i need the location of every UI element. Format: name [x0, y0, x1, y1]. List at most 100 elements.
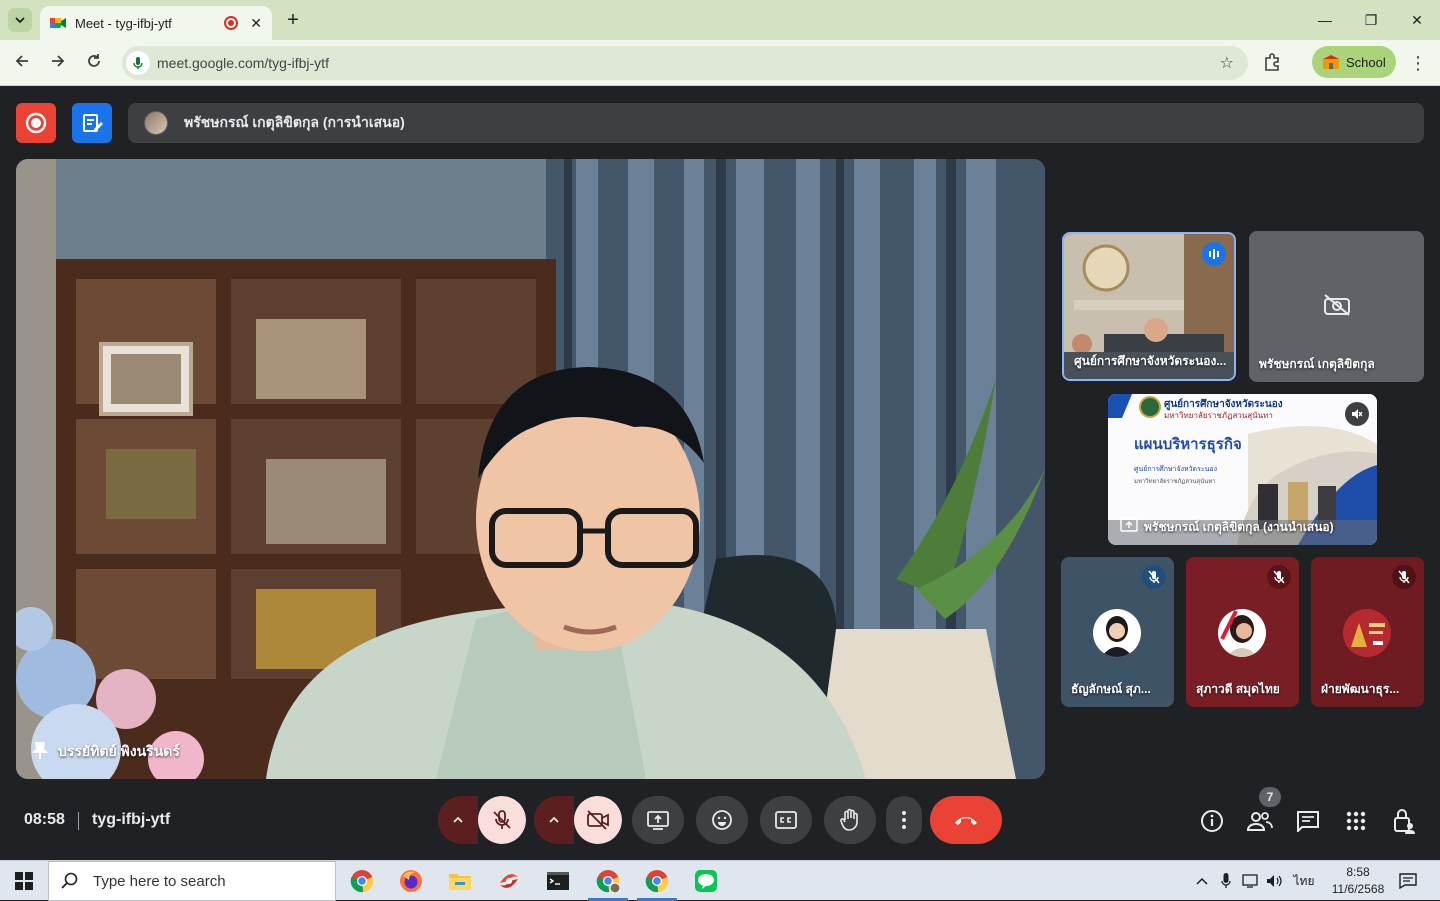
presentation-tile[interactable]: ศูนย์การศึกษาจังหวัดระนอง มหาวิทยาลัยราช…	[1108, 394, 1377, 545]
tab-title: Meet - tyg-ifbj-ytf	[75, 15, 172, 31]
system-time: 8:58	[1346, 865, 1370, 879]
leave-call-button[interactable]	[930, 796, 1002, 844]
video-frame	[16, 159, 1045, 779]
meeting-details-button[interactable]	[1198, 807, 1226, 835]
audio-options-chevron-icon[interactable]	[438, 796, 478, 844]
microphone-active-icon[interactable]	[126, 51, 150, 75]
browser-menu-icon[interactable]: ⋮	[1408, 52, 1428, 74]
people-count-badge: 7	[1259, 787, 1281, 807]
people-button[interactable]	[1246, 807, 1274, 835]
reload-icon[interactable]	[81, 50, 107, 76]
system-date: 11/6/2568	[1331, 882, 1385, 896]
activities-button[interactable]	[1342, 807, 1370, 835]
taskbar-file-explorer-icon[interactable]	[436, 861, 484, 901]
hang-up-icon	[955, 817, 977, 825]
avatar	[1218, 609, 1266, 657]
microphone-off-icon	[493, 810, 511, 829]
browser-tabbar: Meet - tyg-ifbj-ytf ✕ + — ❐ ✕	[0, 0, 1440, 40]
restore-icon[interactable]: ❐	[1348, 8, 1394, 32]
tray-microphone-icon[interactable]	[1216, 861, 1236, 901]
forward-arrow-icon[interactable]	[45, 50, 71, 76]
recording-button[interactable]	[16, 103, 56, 143]
minimize-icon[interactable]: —	[1302, 8, 1348, 32]
main-speaker-video[interactable]: บรรยัทิตย์ พิงนรินดร์	[16, 159, 1045, 779]
muted-icon	[1392, 565, 1416, 589]
tab-meet[interactable]: Meet - tyg-ifbj-ytf ✕	[40, 6, 272, 40]
participant-tile[interactable]: สุภาวดี สมุดไทย	[1186, 557, 1299, 707]
notifications-icon[interactable]	[1396, 861, 1420, 901]
lock-person-icon	[1394, 809, 1415, 834]
profile-chip[interactable]: School	[1312, 46, 1396, 78]
windows-start-button[interactable]	[0, 861, 48, 901]
extensions-puzzle-icon[interactable]	[1262, 52, 1286, 74]
muted-icon	[1142, 565, 1166, 589]
participant-tile[interactable]: ศูนย์การศึกษาจังหวัดระนอง...	[1062, 232, 1236, 381]
captions-icon	[775, 811, 797, 829]
address-bar[interactable]: meet.google.com/tyg-ifbj-ytf ☆	[122, 46, 1248, 80]
emoji-icon	[712, 810, 732, 830]
speaking-indicator-icon	[1202, 242, 1226, 266]
participant-name: ธัญลักษณ์ สุภ...	[1071, 682, 1151, 696]
presenting-banner[interactable]: พรัชษกรณ์ เกตุลิขิตกุล (การนำเสนอ)	[128, 103, 1424, 143]
back-arrow-icon[interactable]	[9, 50, 35, 76]
bookmark-star-icon[interactable]: ☆	[1220, 53, 1234, 73]
participant-tile[interactable]: ธัญลักษณ์ สุภ...	[1061, 557, 1174, 707]
slide-subheader: มหาวิทยาลัยราชภัฏสวนสุนันทา	[1164, 411, 1273, 420]
new-tab-button[interactable]: +	[282, 8, 304, 32]
pin-icon[interactable]	[31, 741, 49, 763]
participant-tile[interactable]: พรัชษกรณ์ เกตุลิขิตกุล	[1249, 231, 1424, 382]
participant-name: ศูนย์การศึกษาจังหวัดระนอง...	[1074, 354, 1227, 368]
taskbar-chrome-profile-icon[interactable]	[584, 861, 632, 901]
present-screen-button[interactable]	[632, 796, 684, 844]
chat-button[interactable]	[1294, 807, 1322, 835]
browser-toolbar: meet.google.com/tyg-ifbj-ytf ☆ School ⋮	[0, 40, 1440, 86]
camera-off-icon	[1323, 293, 1351, 322]
present-screen-icon	[647, 811, 669, 830]
search-icon	[61, 872, 78, 889]
volume-icon[interactable]	[1264, 861, 1286, 901]
participant-tile[interactable]: ฝ่ายพัฒนาธุร...	[1311, 557, 1424, 707]
presenting-banner-text: พรัชษกรณ์ เกตุลิขิตกุล (การนำเสนอ)	[184, 114, 405, 130]
meet-favicon-icon	[50, 16, 66, 30]
microphone-toggle-button[interactable]	[478, 796, 526, 844]
show-hidden-icons-chevron-icon[interactable]	[1192, 861, 1212, 901]
windows-taskbar: Type here to search ไทย 8:58 11/6/2568	[0, 860, 1440, 901]
chevron-down-icon	[15, 17, 25, 23]
window-close-icon[interactable]: ✕	[1394, 8, 1440, 32]
tab-search-button[interactable]	[8, 8, 32, 32]
taskbar-chrome-active-icon[interactable]	[633, 861, 681, 901]
people-icon	[1247, 812, 1273, 831]
raise-hand-icon	[840, 808, 858, 831]
reactions-button[interactable]	[696, 796, 748, 844]
raise-hand-button[interactable]	[824, 796, 876, 844]
taskbar-terminal-icon[interactable]	[534, 861, 582, 901]
taskbar-app-icon[interactable]	[485, 861, 533, 901]
taskbar-search-box[interactable]: Type here to search	[48, 861, 336, 901]
take-notes-button[interactable]	[72, 103, 112, 143]
microphone-control	[438, 796, 526, 844]
input-language-indicator[interactable]: ไทย	[1290, 861, 1318, 901]
video-options-chevron-icon[interactable]	[534, 796, 574, 844]
tab-close-icon[interactable]: ✕	[250, 15, 262, 32]
taskbar-firefox-icon[interactable]	[387, 861, 435, 901]
more-options-button[interactable]	[886, 796, 922, 844]
muted-icon	[1345, 402, 1369, 426]
captions-button[interactable]	[760, 796, 812, 844]
system-clock[interactable]: 8:58 11/6/2568	[1318, 864, 1398, 898]
muted-icon	[1267, 565, 1291, 589]
meeting-clock: 08:58	[24, 811, 65, 828]
camera-toggle-button[interactable]	[574, 796, 622, 844]
meeting-code: tyg-ifbj-ytf	[92, 811, 171, 828]
participant-name: ฝ่ายพัฒนาธุร...	[1321, 682, 1400, 696]
network-icon[interactable]	[1240, 861, 1262, 901]
taskbar-line-icon[interactable]	[682, 861, 730, 901]
host-controls-button[interactable]	[1390, 807, 1418, 835]
record-icon	[25, 112, 47, 134]
taskbar-chrome-icon[interactable]	[338, 861, 386, 901]
info-icon	[1201, 810, 1223, 832]
apps-grid-icon	[1346, 811, 1366, 831]
camera-control	[534, 796, 622, 844]
meet-control-bar: 08:58 tyg-ifbj-ytf 7	[0, 787, 1440, 860]
profile-label: School	[1346, 54, 1386, 70]
slide-title: แผนบริหารธุรกิจ	[1134, 436, 1242, 453]
